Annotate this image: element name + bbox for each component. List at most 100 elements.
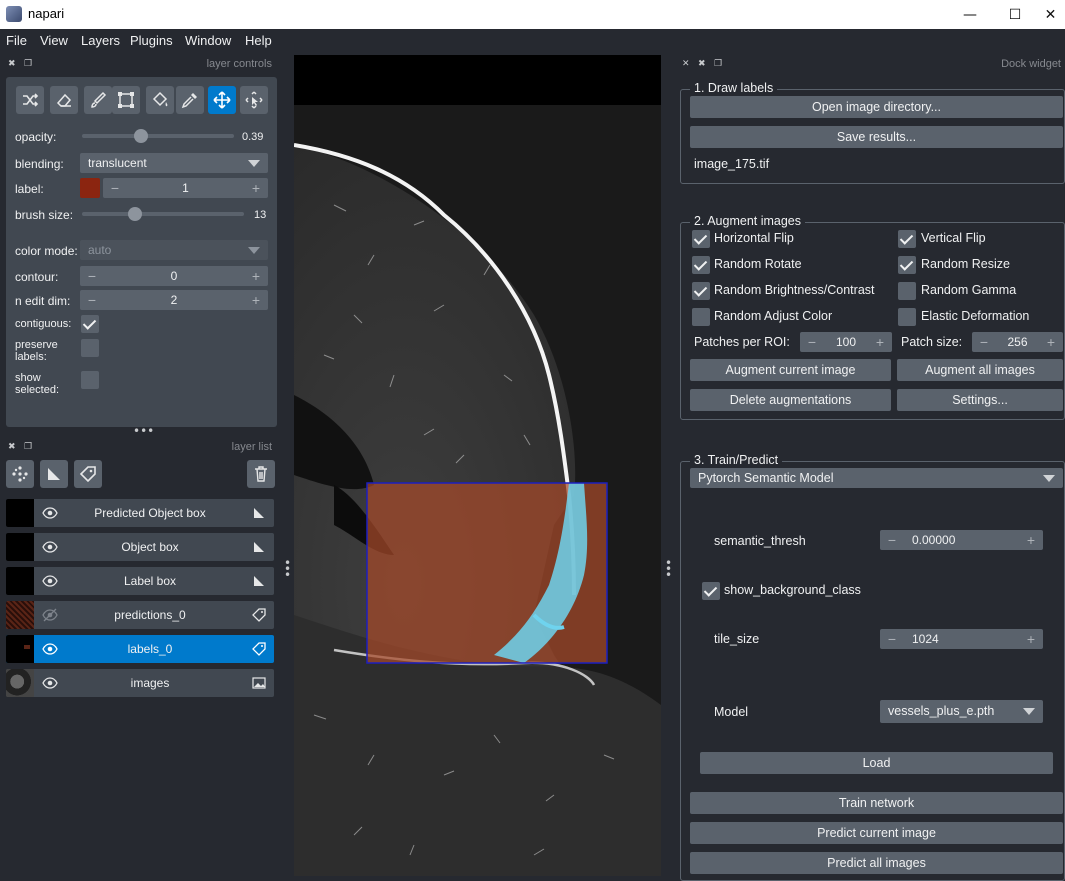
- patch-size-label: Patch size:: [901, 335, 963, 349]
- increment-icon[interactable]: +: [1021, 530, 1041, 550]
- dock-pin-icon[interactable]: ✖: [698, 58, 706, 69]
- predict-all-images-button[interactable]: Predict all images: [690, 852, 1063, 874]
- dock-float-icon[interactable]: ❐: [24, 441, 32, 452]
- layer-row-object-box[interactable]: Object box: [6, 533, 274, 561]
- train-network-button[interactable]: Train network: [690, 792, 1063, 814]
- random-rotate-checkbox[interactable]: [692, 256, 710, 274]
- predict-current-image-button[interactable]: Predict current image: [690, 822, 1063, 844]
- random-brightness-contrast-checkbox[interactable]: [692, 282, 710, 300]
- save-results-button[interactable]: Save results...: [690, 126, 1063, 148]
- increment-icon[interactable]: +: [1021, 629, 1041, 649]
- increment-icon[interactable]: +: [246, 290, 266, 310]
- contiguous-checkbox[interactable]: [81, 315, 99, 333]
- layer-name: Object box: [121, 540, 179, 554]
- new-shapes-icon[interactable]: [40, 460, 68, 488]
- decrement-icon[interactable]: −: [105, 178, 125, 198]
- increment-icon[interactable]: +: [1041, 332, 1061, 352]
- menu-plugins[interactable]: Plugins: [130, 33, 173, 48]
- fill-bucket-icon[interactable]: [146, 86, 174, 114]
- eraser-icon[interactable]: [50, 86, 78, 114]
- maximize-icon[interactable]: ☐: [992, 0, 1038, 29]
- polygon-icon[interactable]: [112, 86, 140, 114]
- horizontal-flip-checkbox[interactable]: [692, 230, 710, 248]
- image-canvas[interactable]: [294, 55, 661, 876]
- blending-label: blending:: [15, 157, 64, 171]
- eye-hidden-icon[interactable]: [42, 608, 58, 622]
- model-file-select[interactable]: vessels_plus_e.pth: [880, 700, 1043, 723]
- decrement-icon[interactable]: −: [82, 290, 102, 310]
- patches-per-roi-spinbox[interactable]: − 100 +: [800, 332, 892, 352]
- eye-icon[interactable]: [42, 540, 58, 554]
- splitter-handle[interactable]: •••: [133, 425, 154, 437]
- random-gamma-checkbox[interactable]: [898, 282, 916, 300]
- semantic-thresh-spinbox[interactable]: − 0.00000 +: [880, 530, 1043, 550]
- delete-layer-icon[interactable]: [247, 460, 275, 488]
- random-resize-checkbox[interactable]: [898, 256, 916, 274]
- increment-icon[interactable]: +: [870, 332, 890, 352]
- menu-view[interactable]: View: [40, 33, 68, 48]
- increment-icon[interactable]: +: [246, 266, 266, 286]
- menu-window[interactable]: Window: [185, 33, 231, 48]
- paintbrush-icon[interactable]: [84, 86, 112, 114]
- augment-all-images-button[interactable]: Augment all images: [897, 359, 1063, 381]
- n-edit-dim-spinbox[interactable]: − 2 +: [80, 290, 268, 310]
- opacity-slider[interactable]: [82, 134, 234, 138]
- minimize-icon[interactable]: —: [947, 0, 993, 29]
- blending-select[interactable]: translucent: [80, 153, 268, 173]
- layer-row-images[interactable]: images: [6, 669, 274, 697]
- eye-icon[interactable]: [42, 506, 58, 520]
- n-edit-dim-label: n edit dim:: [15, 294, 71, 308]
- show-background-class-checkbox[interactable]: [702, 582, 720, 600]
- brush-size-slider[interactable]: [82, 212, 244, 216]
- show-selected-checkbox[interactable]: [81, 371, 99, 389]
- elastic-deformation-checkbox[interactable]: [898, 308, 916, 326]
- dock-close-icon[interactable]: ✕: [682, 58, 690, 69]
- dock-widget-header: ✕ ✖ ❐ Dock widget: [678, 56, 1065, 74]
- decrement-icon[interactable]: −: [974, 332, 994, 352]
- decrement-icon[interactable]: −: [882, 629, 902, 649]
- layer-row-label-box[interactable]: Label box: [6, 567, 274, 595]
- patch-size-spinbox[interactable]: − 256 +: [972, 332, 1063, 352]
- settings-button[interactable]: Settings...: [897, 389, 1063, 411]
- eye-icon[interactable]: [42, 676, 58, 690]
- dock-float-icon[interactable]: ❐: [24, 58, 32, 69]
- color-picker-icon[interactable]: [176, 86, 204, 114]
- close-icon[interactable]: ✕: [1036, 0, 1065, 29]
- decrement-icon[interactable]: −: [802, 332, 822, 352]
- label-color-swatch: [80, 178, 100, 198]
- left-splitter-handle[interactable]: • • •: [284, 557, 291, 581]
- vertical-flip-checkbox[interactable]: [898, 230, 916, 248]
- preserve-labels-checkbox[interactable]: [81, 339, 99, 357]
- increment-icon[interactable]: +: [246, 178, 266, 198]
- open-image-directory-button[interactable]: Open image directory...: [690, 96, 1063, 118]
- transform-icon[interactable]: [240, 86, 268, 114]
- tile-size-spinbox[interactable]: − 1024 +: [880, 629, 1043, 649]
- dock-float-icon[interactable]: ❐: [714, 58, 722, 69]
- eye-icon[interactable]: [42, 642, 58, 656]
- menu-layers[interactable]: Layers: [81, 33, 120, 48]
- new-points-icon[interactable]: [6, 460, 34, 488]
- shuffle-colors-icon[interactable]: [16, 86, 44, 114]
- menu-help[interactable]: Help: [245, 33, 272, 48]
- decrement-icon[interactable]: −: [82, 266, 102, 286]
- dock-close-icon[interactable]: ✖: [8, 58, 16, 69]
- color-mode-select[interactable]: auto: [80, 240, 268, 260]
- load-button[interactable]: Load: [700, 752, 1053, 774]
- pan-zoom-icon[interactable]: [208, 86, 236, 114]
- eye-icon[interactable]: [42, 574, 58, 588]
- menu-file[interactable]: File: [6, 33, 27, 48]
- decrement-icon[interactable]: −: [882, 530, 902, 550]
- delete-augmentations-button[interactable]: Delete augmentations: [690, 389, 891, 411]
- layer-row-predictions-0[interactable]: predictions_0: [6, 601, 274, 629]
- dock-close-icon[interactable]: ✖: [8, 441, 16, 452]
- random-adjust-color-checkbox[interactable]: [692, 308, 710, 326]
- right-splitter-handle[interactable]: • • •: [665, 557, 672, 581]
- layer-row-labels-0[interactable]: labels_0: [6, 635, 274, 663]
- label-spinbox[interactable]: − 1 +: [103, 178, 268, 198]
- dock-widget-title: Dock widget: [1001, 58, 1061, 70]
- model-type-select[interactable]: Pytorch Semantic Model: [690, 468, 1063, 488]
- new-labels-icon[interactable]: [74, 460, 102, 488]
- augment-current-image-button[interactable]: Augment current image: [690, 359, 891, 381]
- layer-row-predicted-object-box[interactable]: Predicted Object box: [6, 499, 274, 527]
- contour-spinbox[interactable]: − 0 +: [80, 266, 268, 286]
